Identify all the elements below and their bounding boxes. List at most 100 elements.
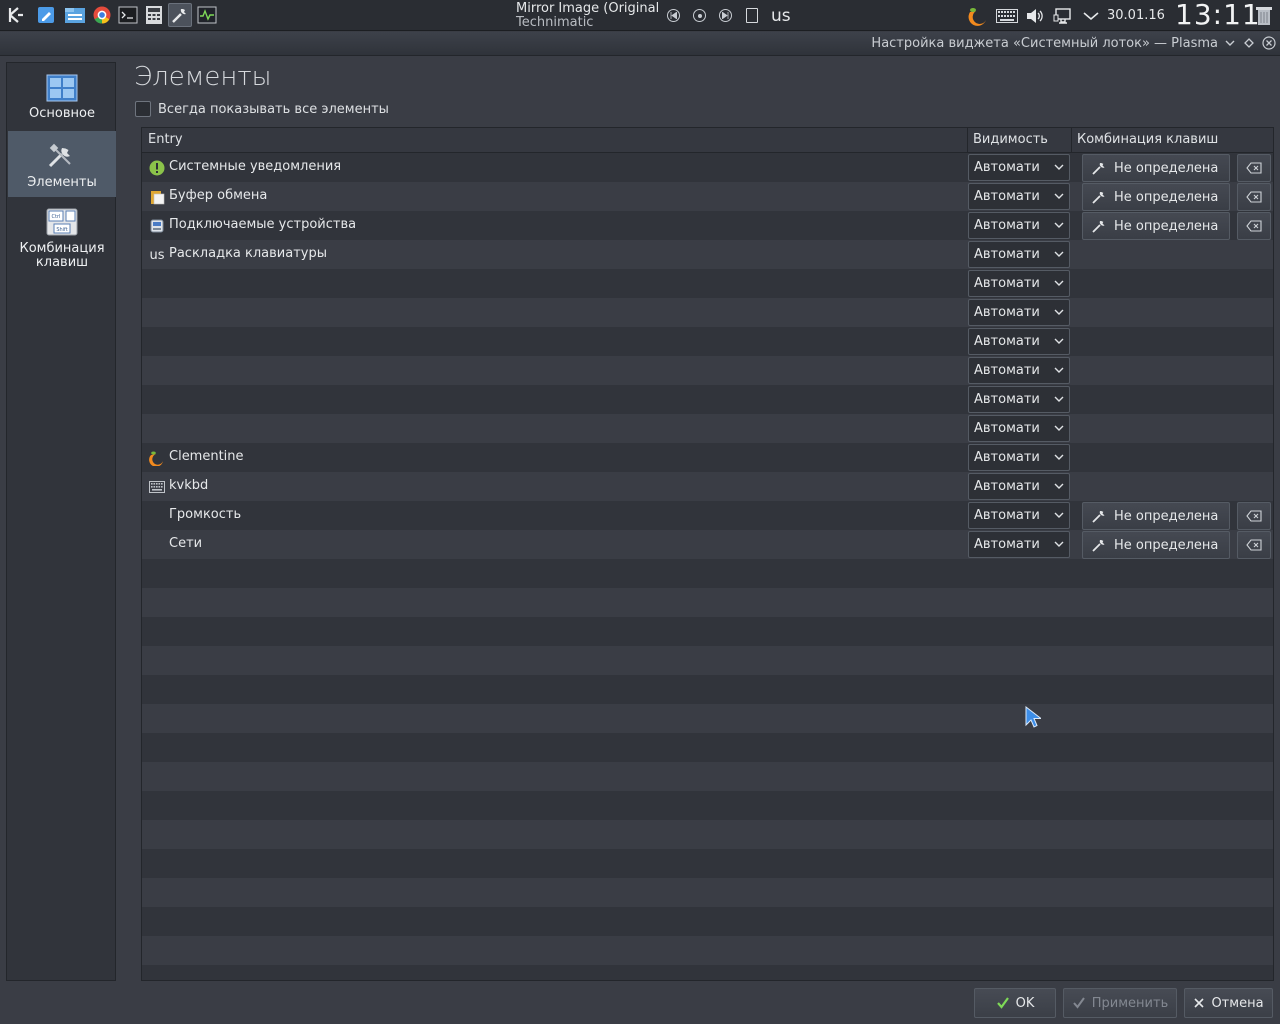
sidebar-item-elements[interactable]: Элементы [8, 131, 116, 197]
clear-shortcut-button[interactable] [1237, 212, 1271, 240]
shortcut-button[interactable]: Не определена [1082, 531, 1230, 559]
always-show-all-row[interactable]: Всегда показывать все элементы [135, 101, 389, 117]
kate-editor-icon[interactable] [34, 3, 58, 27]
table-row[interactable]: Автомати [142, 269, 1273, 298]
sidebar-item-general[interactable]: Основное [8, 66, 116, 129]
shortcut-button[interactable]: Не определена [1082, 154, 1230, 182]
always-show-all-checkbox[interactable] [135, 101, 151, 117]
clear-shortcut-button[interactable] [1237, 154, 1271, 182]
shortcut-value: Не определена [1114, 161, 1219, 176]
column-header-entry[interactable]: Entry [148, 132, 183, 147]
now-playing[interactable]: Mirror Image (Original Technimatic [516, 2, 659, 30]
ok-button[interactable]: OK [974, 988, 1056, 1018]
clementine-icon[interactable] [966, 5, 990, 27]
clear-shortcut-button[interactable] [1237, 183, 1271, 211]
general-icon [46, 74, 78, 102]
table-row[interactable]: us Раскладка клавиатуры Автомати [142, 240, 1273, 269]
table-row[interactable]: Автомати [142, 414, 1273, 443]
chevron-down-icon [1052, 217, 1066, 233]
table-row[interactable]: Громкость Автомати Не определена [142, 501, 1273, 530]
visibility-dropdown[interactable]: Автомати [968, 357, 1070, 384]
visibility-dropdown[interactable]: Автомати [968, 154, 1070, 181]
keyboard-layout-indicator[interactable]: us [771, 6, 791, 26]
visibility-dropdown[interactable]: Автомати [968, 502, 1070, 529]
chevron-down-icon [1052, 188, 1066, 204]
visibility-dropdown[interactable]: Автомати [968, 473, 1070, 500]
network-icon[interactable] [1052, 5, 1074, 27]
table-row [142, 965, 1273, 980]
tray-expand-chevron-icon[interactable] [1082, 5, 1100, 27]
wrench-icon [1091, 160, 1107, 176]
cancel-button[interactable]: Отмена [1184, 988, 1273, 1018]
visibility-dropdown[interactable]: Автомати [968, 415, 1070, 442]
table-row[interactable]: Автомати [142, 356, 1273, 385]
entry-label: Буфер обмена [169, 188, 268, 203]
window-title: Настройка виджета «Системный лоток» — Pl… [871, 36, 1218, 51]
kde-logo-icon[interactable] [4, 3, 28, 27]
table-row[interactable]: Автомати [142, 385, 1273, 414]
minimize-chevron-icon[interactable] [1222, 35, 1238, 51]
table-row[interactable]: Сети Автомати Не определена [142, 530, 1273, 559]
clear-shortcut-button[interactable] [1237, 531, 1271, 559]
chevron-down-icon [1052, 304, 1066, 320]
table-row[interactable]: Подключаемые устройства Автомати Не опреде… [142, 211, 1273, 240]
table-row[interactable]: Автомати [142, 327, 1273, 356]
table-row[interactable]: Clementine Автомати [142, 443, 1273, 472]
previous-track-icon[interactable] [667, 9, 680, 22]
visibility-dropdown[interactable]: Автомати [968, 386, 1070, 413]
trash-icon[interactable] [1254, 5, 1274, 27]
shortcut-button[interactable]: Не определена [1082, 212, 1230, 240]
visibility-dropdown[interactable]: Автомати [968, 299, 1070, 326]
chevron-down-icon [1052, 159, 1066, 175]
table-row[interactable]: Системные уведомления Автомати Не определе… [142, 153, 1273, 182]
table-row[interactable]: Автомати [142, 298, 1273, 327]
column-divider [967, 128, 968, 153]
clock-display[interactable]: 13:11 [1175, 0, 1261, 31]
visibility-dropdown[interactable]: Автомати [968, 241, 1070, 268]
next-track-icon[interactable] [719, 9, 732, 22]
shortcut-button[interactable]: Не определена [1082, 183, 1230, 211]
always-show-all-label[interactable]: Всегда показывать все элементы [158, 102, 389, 117]
entry-label: Системные уведомления [169, 159, 342, 174]
virtual-keyboard-icon[interactable] [995, 5, 1019, 27]
close-window-icon[interactable] [1261, 35, 1277, 51]
file-manager-icon[interactable] [63, 3, 87, 27]
chevron-down-icon [1052, 362, 1066, 378]
table-row [142, 878, 1273, 907]
column-header-visibility[interactable]: Видимость [973, 132, 1048, 147]
window-titlebar[interactable]: Настройка виджета «Системный лоток» — Pl… [0, 32, 1280, 56]
visibility-dropdown[interactable]: Автомати [968, 212, 1070, 239]
table-row[interactable]: kvkbd Автомати [142, 472, 1273, 501]
apply-button-label: Применить [1091, 995, 1169, 1011]
clear-backspace-icon [1246, 162, 1262, 174]
entry-label: Сети [169, 536, 203, 551]
visibility-dropdown[interactable]: Автомати [968, 444, 1070, 471]
visibility-value: Автомати [974, 160, 1040, 175]
visibility-dropdown[interactable]: Автомати [968, 183, 1070, 210]
system-settings-icon[interactable] [168, 3, 192, 27]
visibility-dropdown[interactable]: Автомати [968, 531, 1070, 558]
tray-entries-table: Entry Видимость Комбинация клавиш Систем… [141, 127, 1274, 981]
maximize-diamond-icon[interactable] [1241, 35, 1257, 51]
play-pause-icon[interactable] [693, 9, 706, 22]
column-header-shortcut[interactable]: Комбинация клавиш [1077, 132, 1218, 147]
clipboard-icon[interactable] [746, 8, 758, 23]
sidebar-item-shortcuts[interactable]: Ctrl Shift Комбинация клавиш [8, 201, 116, 277]
shortcut-button[interactable]: Не определена [1082, 502, 1230, 530]
system-monitor-icon[interactable] [195, 3, 219, 27]
wrench-icon [1091, 218, 1107, 234]
virtual-keyboard-icon [149, 479, 165, 495]
chevron-down-icon [1052, 478, 1066, 494]
terminal-icon[interactable] [116, 3, 140, 27]
shortcut-value: Не определена [1114, 219, 1219, 234]
date-display[interactable]: 30.01.16 [1107, 8, 1165, 23]
clear-shortcut-button[interactable] [1237, 502, 1271, 530]
column-divider [1071, 128, 1072, 153]
calculator-icon[interactable] [142, 3, 166, 27]
visibility-dropdown[interactable]: Автомати [968, 270, 1070, 297]
visibility-dropdown[interactable]: Автомати [968, 328, 1070, 355]
chromium-icon[interactable] [90, 3, 114, 27]
volume-icon[interactable] [1025, 5, 1045, 27]
apply-button[interactable]: Применить [1063, 988, 1177, 1018]
table-row[interactable]: Буфер обмена Автомати Не определена [142, 182, 1273, 211]
